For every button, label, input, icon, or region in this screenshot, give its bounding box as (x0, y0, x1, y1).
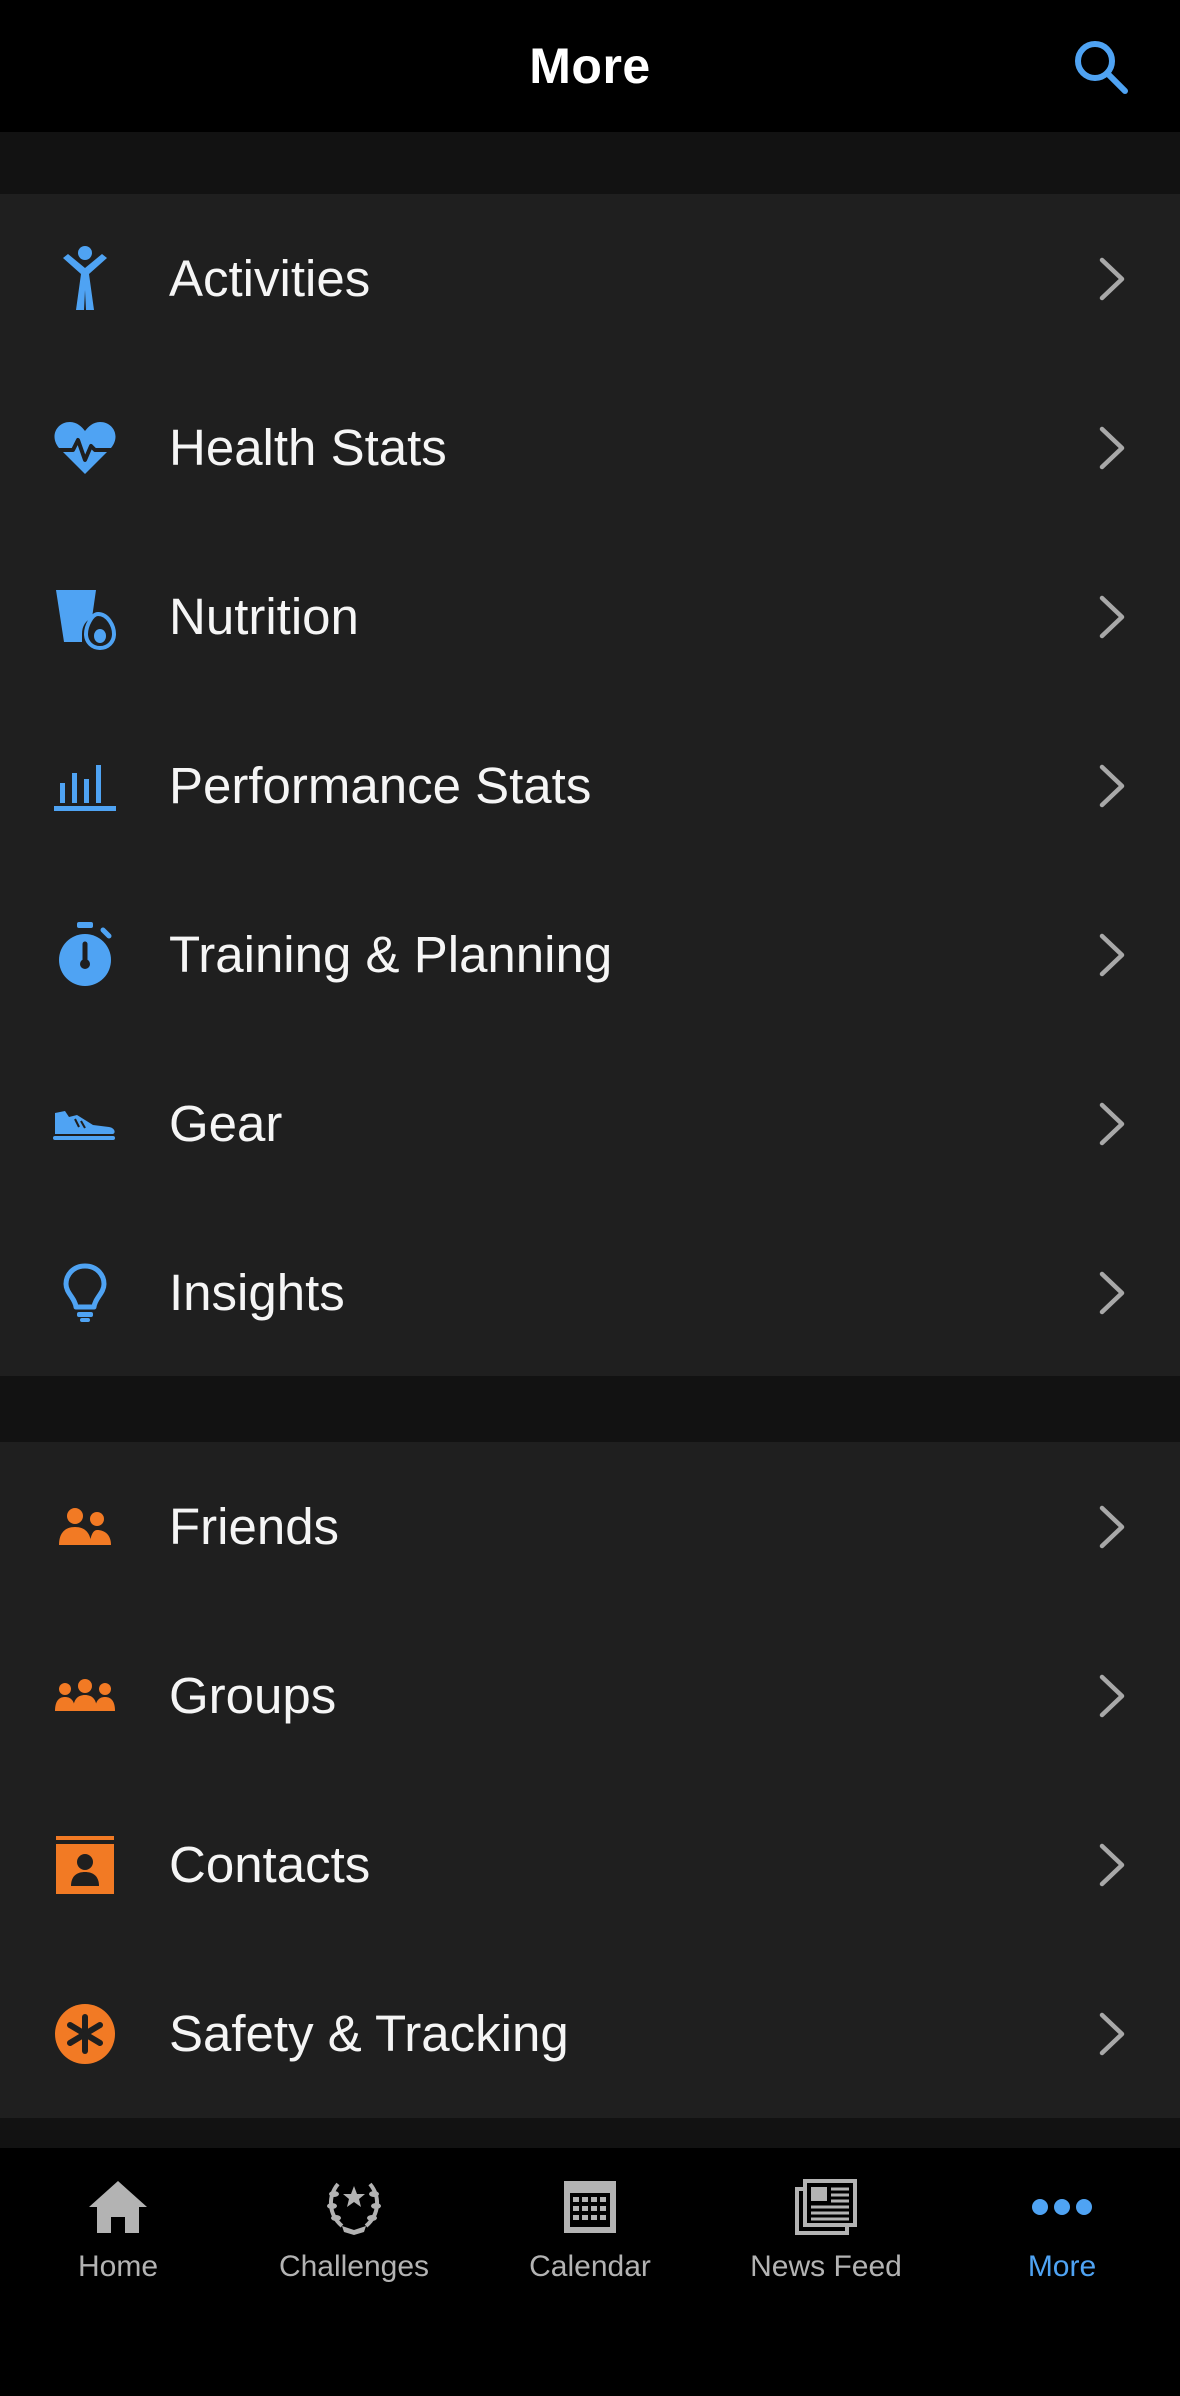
menu-item-safety-tracking[interactable]: Safety & Tracking (0, 1949, 1180, 2118)
groups-icon (50, 1661, 120, 1731)
chevron-right-icon (1099, 595, 1125, 638)
chevron-right-icon (1099, 764, 1125, 807)
stopwatch-icon (50, 920, 120, 990)
shoe-icon (50, 1089, 120, 1159)
chevron-right-icon (1099, 2012, 1125, 2055)
activities-person-icon (50, 244, 120, 314)
tab-label: News Feed (750, 2250, 902, 2283)
tab-label: More (1027, 2250, 1097, 2283)
menu-item-groups[interactable]: Groups (0, 1611, 1180, 1780)
heart-pulse-icon (50, 413, 120, 483)
bottom-tab-bar: Home Challenges Calendar News Feed More (0, 2148, 1180, 2396)
tab-challenges[interactable]: Challenges (236, 2172, 472, 2292)
search-icon[interactable] (1070, 36, 1130, 96)
chevron-right-icon (1099, 933, 1125, 976)
menu-item-label: Insights (169, 1264, 345, 1321)
menu-item-label: Performance Stats (169, 757, 592, 814)
page-title: More (529, 38, 651, 94)
section-spacer (0, 1376, 1180, 1442)
chevron-right-icon (1099, 1674, 1125, 1717)
menu-item-label: Training & Planning (169, 926, 613, 983)
menu-item-label: Nutrition (169, 588, 359, 645)
menu-item-activities[interactable]: Activities (0, 194, 1180, 363)
menu-item-gear[interactable]: Gear (0, 1039, 1180, 1208)
more-dots-icon (1027, 2172, 1097, 2242)
features-list: Activities Health Stats Nutrition Perfor… (0, 194, 1180, 1376)
chevron-right-icon (1099, 1505, 1125, 1548)
bar-chart-icon (50, 751, 120, 821)
chevron-right-icon (1099, 1843, 1125, 1886)
friends-icon (50, 1492, 120, 1562)
top-bar: More (0, 0, 1180, 132)
menu-item-label: Gear (169, 1095, 283, 1152)
menu-item-performance-stats[interactable]: Performance Stats (0, 701, 1180, 870)
home-icon (83, 2172, 153, 2242)
tab-more[interactable]: More (944, 2172, 1180, 2292)
chevron-right-icon (1099, 426, 1125, 469)
tab-news-feed[interactable]: News Feed (708, 2172, 944, 2292)
menu-item-contacts[interactable]: Contacts (0, 1780, 1180, 1949)
newspaper-icon (791, 2172, 861, 2242)
section-spacer (0, 132, 1180, 194)
tab-label: Challenges (278, 2250, 430, 2283)
menu-item-label: Groups (169, 1667, 337, 1724)
lightbulb-icon (50, 1258, 120, 1328)
tab-label: Home (77, 2250, 159, 2283)
laurel-icon (319, 2172, 389, 2242)
menu-item-friends[interactable]: Friends (0, 1442, 1180, 1611)
chevron-right-icon (1099, 1102, 1125, 1145)
menu-item-training-planning[interactable]: Training & Planning (0, 870, 1180, 1039)
menu-item-label: Health Stats (169, 419, 447, 476)
menu-item-nutrition[interactable]: Nutrition (0, 532, 1180, 701)
menu-item-label: Friends (169, 1498, 340, 1555)
menu-item-label: Safety & Tracking (169, 2005, 569, 2062)
section-spacer (0, 2118, 1180, 2148)
tab-home[interactable]: Home (0, 2172, 236, 2292)
tab-label: Calendar (529, 2250, 651, 2283)
menu-item-insights[interactable]: Insights (0, 1208, 1180, 1377)
tab-calendar[interactable]: Calendar (472, 2172, 708, 2292)
nutrition-cup-avocado-icon (50, 582, 120, 652)
contacts-card-icon (50, 1830, 120, 1900)
chevron-right-icon (1099, 257, 1125, 300)
safety-asterisk-icon (50, 1999, 120, 2069)
calendar-icon (555, 2172, 625, 2242)
menu-item-label: Contacts (169, 1836, 371, 1893)
menu-item-label: Activities (169, 250, 371, 307)
social-list: Friends Groups Contacts Safety & Trackin… (0, 1442, 1180, 2118)
chevron-right-icon (1099, 1271, 1125, 1314)
menu-item-health-stats[interactable]: Health Stats (0, 363, 1180, 532)
